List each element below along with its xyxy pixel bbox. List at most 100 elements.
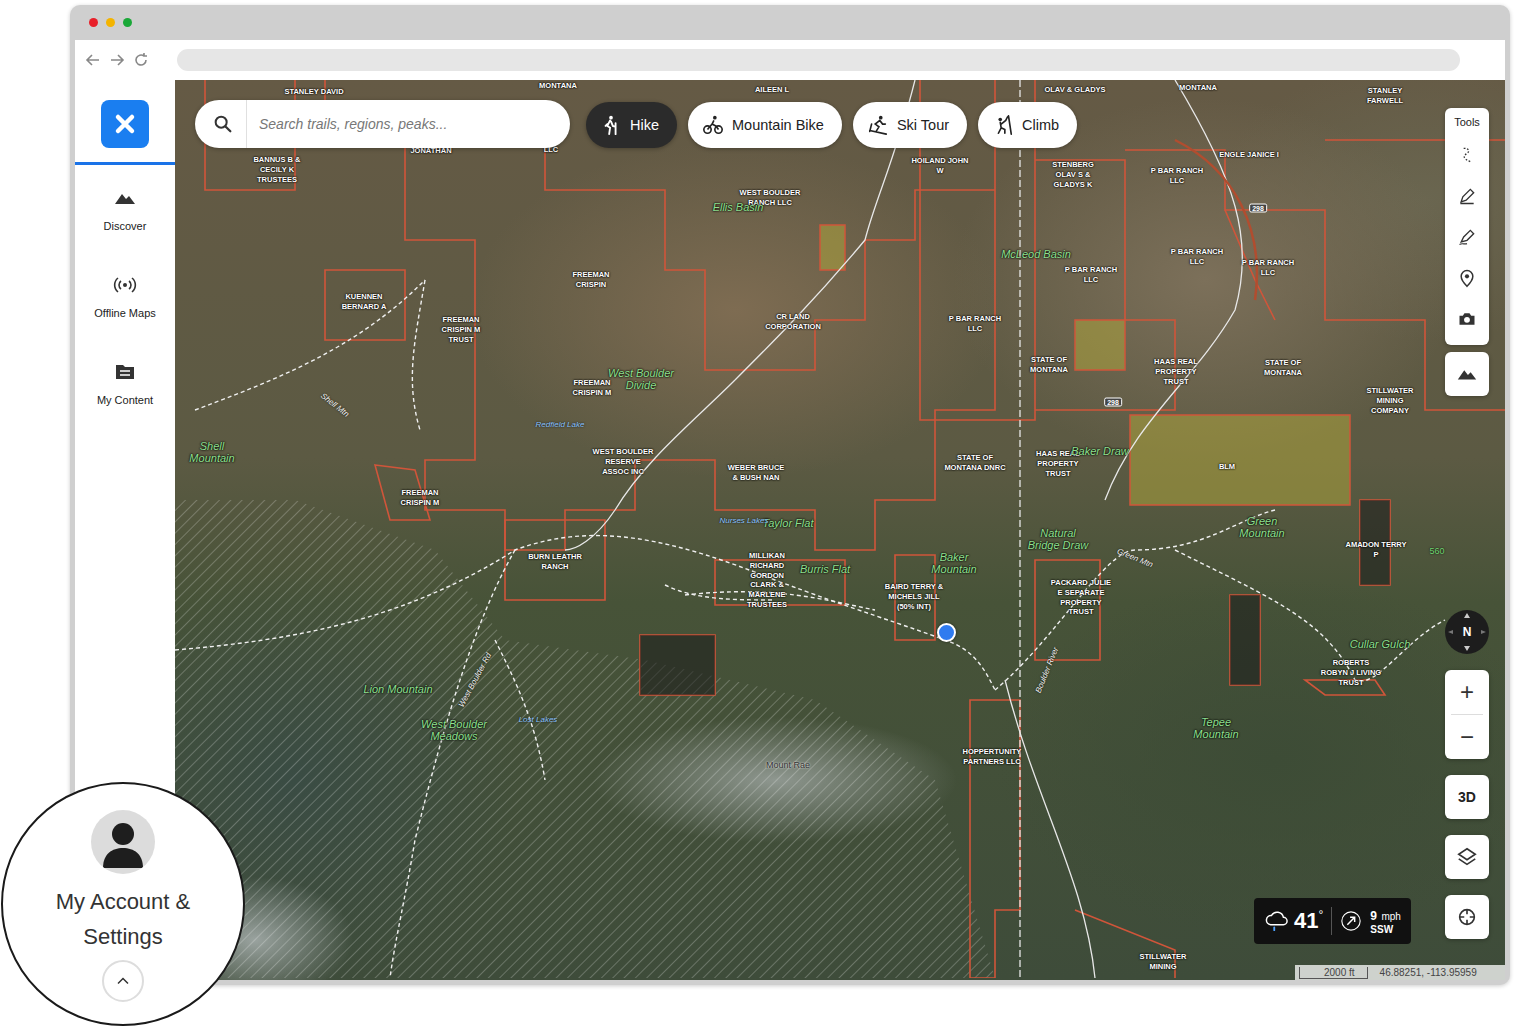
- map-label: Taylor Flat: [753, 518, 823, 530]
- map-label: STENBERG OLAV S & GLADYS K: [1042, 160, 1104, 189]
- 3d-button[interactable]: 3D: [1445, 775, 1489, 819]
- forward-icon[interactable]: [109, 52, 125, 68]
- tool-button[interactable]: [1445, 257, 1489, 298]
- map-label: STATE OF MONTANA DNRC: [944, 453, 1006, 473]
- map-label: 298: [1249, 204, 1267, 213]
- zoom-in-button[interactable]: +: [1445, 670, 1489, 714]
- layers-icon: [1456, 846, 1478, 868]
- map-label: Shell Mountain: [177, 441, 247, 464]
- wilderness-area: [175, 500, 995, 978]
- activity-filters: HikeMountain BikeSki TourClimb: [586, 102, 1077, 148]
- address-bar[interactable]: [177, 49, 1460, 71]
- bike-icon: [702, 114, 724, 136]
- map-label: P BAR RANCH LLC: [1060, 265, 1122, 285]
- sidebar-item[interactable]: Discover: [75, 165, 175, 252]
- map-label: Green Mountain: [1227, 516, 1297, 539]
- map-label: 298: [1104, 398, 1122, 407]
- activity-chip[interactable]: Hike: [586, 102, 677, 148]
- map-label: P BAR RANCH LLC: [1237, 258, 1299, 278]
- page: DiscoverOffline MapsMy ContentSTANLEY DA…: [0, 0, 1516, 1032]
- state-parcel: [1075, 320, 1125, 370]
- map-label: FREEMAN CRISPIN M: [389, 488, 451, 508]
- terrain-button[interactable]: [1445, 352, 1489, 396]
- state-parcel: [820, 225, 845, 270]
- skier-icon: [867, 114, 889, 136]
- map-label: STANLEY DAVID: [283, 87, 345, 97]
- dark-parcels: [640, 500, 1390, 695]
- map[interactable]: STANLEY DAVIDMONTANAAILEEN LOLAV & GLADY…: [175, 80, 1505, 980]
- activity-chip[interactable]: Climb: [978, 102, 1077, 148]
- map-label: Cullar Gulch: [1345, 639, 1415, 651]
- person-icon: [91, 810, 155, 874]
- map-label: Lost Lakes: [508, 716, 568, 725]
- map-overlay: [175, 80, 1505, 978]
- route-icon: [1457, 145, 1477, 165]
- map-label: West Boulder Rd: [457, 651, 493, 708]
- close-dot[interactable]: [89, 18, 98, 27]
- map-label: Natural Bridge Draw: [1023, 528, 1093, 551]
- zoom-out-button[interactable]: −: [1445, 715, 1489, 759]
- expand-button[interactable]: [102, 960, 144, 1002]
- weather-widget[interactable]: 41°9 mphSSW: [1254, 898, 1411, 944]
- browser-window: DiscoverOffline MapsMy ContentSTANLEY DA…: [70, 5, 1510, 985]
- map-label: Nurses Lakes: [714, 517, 774, 526]
- tool-button[interactable]: [1445, 216, 1489, 257]
- map-label: AMADON TERRY P: [1345, 540, 1407, 560]
- tool-button[interactable]: [1445, 298, 1489, 339]
- minimize-dot[interactable]: [106, 18, 115, 27]
- maximize-dot[interactable]: [123, 18, 132, 27]
- activity-chip[interactable]: Mountain Bike: [688, 102, 842, 148]
- logo-area: [75, 80, 175, 165]
- map-label: HOILAND JOHN W: [909, 156, 971, 176]
- map-label: Lion Mountain: [363, 684, 433, 696]
- reload-icon[interactable]: [133, 52, 149, 68]
- logo-x-icon: [113, 112, 137, 136]
- map-label: Ellis Basin: [703, 202, 773, 214]
- map-label: FREEMAN CRISPIN: [560, 270, 622, 290]
- logo[interactable]: [101, 100, 149, 148]
- blm-area: [1130, 415, 1350, 505]
- browser-toolbar: [75, 40, 1505, 80]
- locate-button[interactable]: [1445, 895, 1489, 939]
- layers-button[interactable]: [1445, 835, 1489, 879]
- map-label: FREEMAN CRISPIN M: [561, 378, 623, 398]
- map-controls: N +− 3D: [1445, 610, 1489, 939]
- title-bar: [75, 5, 1505, 40]
- map-label: P BAR RANCH LLC: [1166, 247, 1228, 267]
- back-icon[interactable]: [85, 52, 101, 68]
- map-label: BLM: [1196, 462, 1258, 472]
- sidebar-item[interactable]: Offline Maps: [75, 252, 175, 339]
- map-label: Shell Mtn: [319, 391, 351, 419]
- map-label: Green Mtn: [1116, 547, 1154, 570]
- compass[interactable]: N: [1445, 610, 1489, 654]
- map-label: West Boulder Meadows: [419, 719, 489, 742]
- sidebar-item[interactable]: My Content: [75, 339, 175, 426]
- map-label: ROBERTS ROBYN J LIVING TRUST: [1320, 658, 1382, 687]
- search-field[interactable]: Search trails, regions, peaks...: [195, 100, 570, 148]
- map-label: CR LAND CORPORATION: [762, 312, 824, 332]
- map-label: HAAS REAL PROPERTY TRUST: [1027, 449, 1089, 478]
- map-label: Baker Mountain: [919, 552, 989, 575]
- map-label: BURN LEATHR RANCH: [524, 552, 586, 572]
- map-label: Tepee Mountain: [1181, 717, 1251, 740]
- folder-icon: [113, 360, 137, 384]
- map-label: STILLWATER MINING COMPANY: [1359, 386, 1421, 415]
- draw-shape-icon: [1457, 227, 1477, 247]
- map-label: McLeod Basin: [1001, 249, 1071, 261]
- hiker-icon: [600, 114, 622, 136]
- activity-chip[interactable]: Ski Tour: [853, 102, 967, 148]
- map-label: OLAV & GLADYS: [1044, 85, 1106, 95]
- map-label: Burris Flat: [790, 564, 860, 576]
- zoom-control: +−: [1445, 670, 1489, 759]
- account-callout[interactable]: My Account & Settings: [1, 782, 245, 1026]
- map-label: BAIRD TERRY & MICHELS JILL (50% INT): [883, 582, 945, 611]
- avatar[interactable]: [91, 810, 155, 874]
- map-label: KUENNEN BERNARD A: [333, 292, 395, 312]
- camera-icon: [1457, 309, 1477, 329]
- tool-button[interactable]: [1445, 134, 1489, 175]
- mountain-icon: [113, 186, 137, 210]
- tool-button[interactable]: [1445, 175, 1489, 216]
- scale-bar: 2000 ft46.88251, -113.95959: [1295, 965, 1505, 980]
- map-label: WEST BOULDER RANCH LLC: [739, 188, 801, 208]
- map-label: STANLEY FARWELL: [1354, 86, 1416, 106]
